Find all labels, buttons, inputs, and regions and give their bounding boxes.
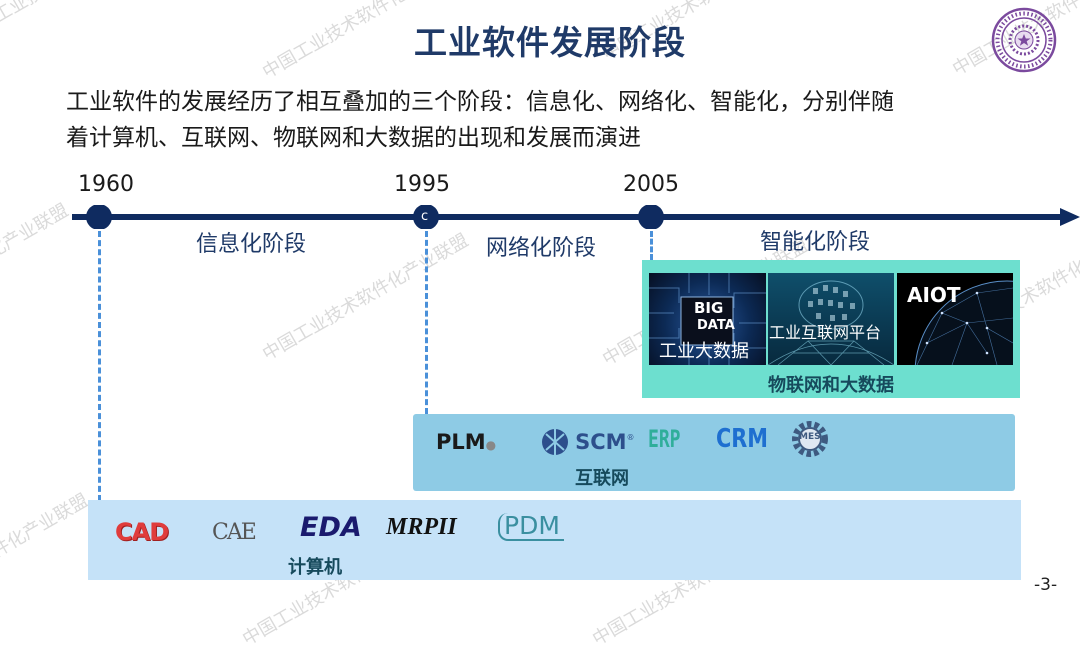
- panel-label-iot-bigdata: 物联网和大数据: [768, 375, 894, 396]
- pdm-logo: PDM: [498, 513, 564, 541]
- big-data-overlay-big: BIG: [694, 299, 724, 317]
- scm-emblem-icon: [542, 429, 568, 455]
- card-caption-aiot: AIOT: [907, 283, 961, 307]
- cad-logo: CAD: [115, 518, 169, 546]
- mes-gear-logo: MES: [791, 420, 829, 458]
- milestone-marker-letter: c: [421, 209, 429, 224]
- cae-logo: CAE: [212, 520, 257, 545]
- plm-swirl-icon: ●: [485, 438, 497, 452]
- crm-logo: CRM: [716, 424, 768, 454]
- phase-label-informatization: 信息化阶段: [196, 232, 307, 257]
- phase-label-networking: 网络化阶段: [486, 236, 597, 261]
- plm-logo: PLM●: [436, 430, 497, 454]
- eda-logo: EDA: [300, 512, 362, 543]
- watermark: 中国工业技术软件化产业联盟: [0, 199, 73, 336]
- panel-label-internet: 互联网: [575, 468, 629, 489]
- scm-logo: SCM®: [540, 428, 635, 456]
- card-caption-industrial-internet-platform: 工业互联网平台: [769, 323, 882, 342]
- panel-label-computer: 计算机: [288, 557, 342, 578]
- intro-line-1: 工业软件的发展经历了相互叠加的三个阶段：信息化、网络化、智能化，分别伴随: [66, 89, 894, 115]
- mrpii-logo: MRPII: [386, 514, 457, 540]
- slide-title: 工业软件发展阶段: [414, 23, 686, 62]
- internet-panel: PLM● SCM® ERP CRM MES 互联网: [413, 414, 1015, 491]
- milestone-dot-2005: [638, 205, 664, 229]
- intro-paragraph: 工业软件的发展经历了相互叠加的三个阶段：信息化、网络化、智能化，分别伴随 着计算…: [66, 84, 1056, 156]
- big-data-overlay-data: DATA: [697, 318, 735, 333]
- dashed-guide-2005: [650, 231, 653, 260]
- year-label-2005: 2005: [623, 172, 679, 197]
- card-caption-industrial-big-data: 工业大数据: [659, 341, 749, 362]
- erp-logo: ERP: [648, 425, 681, 453]
- phase-label-intelligence: 智能化阶段: [760, 230, 871, 255]
- milestone-dot-1960: [86, 205, 112, 229]
- dashed-guide-1995: [425, 231, 428, 414]
- year-label-1960: 1960: [78, 172, 134, 197]
- iot-bigdata-panel: BIG DATA 工业大数据 工业互联网平台 AIOT 物联网和大数据: [642, 260, 1020, 398]
- dashed-guide-1960: [98, 231, 101, 501]
- year-label-1995: 1995: [394, 172, 450, 197]
- watermark: 中国工业技术软件化产业联盟: [0, 489, 93, 626]
- big-data-image: BIG DATA 工业大数据: [649, 273, 766, 365]
- university-seal-icon: [991, 7, 1057, 73]
- page-number: -3-: [1034, 575, 1058, 595]
- computer-panel: CAD CAE EDA MRPII PDM 计算机: [88, 500, 1021, 580]
- aiot-image: AIOT: [897, 273, 1013, 365]
- arrow-head-icon: [1060, 208, 1080, 226]
- intro-line-2: 着计算机、互联网、物联网和大数据的出现和发展而演进: [66, 125, 641, 151]
- industrial-internet-platform-image: 工业互联网平台: [768, 273, 894, 365]
